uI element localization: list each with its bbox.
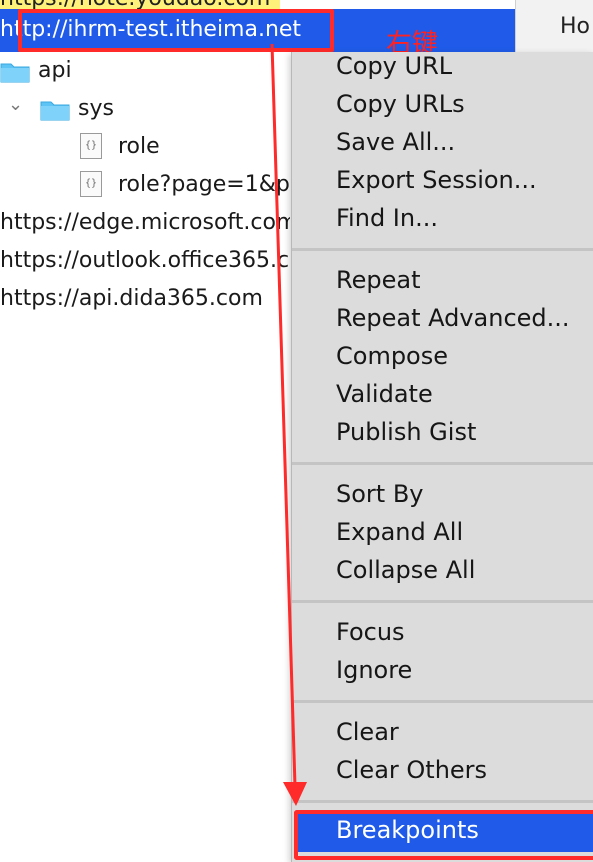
tree-item-label: https://edge.microsoft.com [0,210,290,235]
menu-item-expand-all[interactable]: Expand All [336,518,463,556]
tree-item-api[interactable]: api [0,52,290,90]
tree-item-sys[interactable]: ⌄ sys [0,90,290,128]
menu-item-export-session[interactable]: Export Session... [336,166,537,204]
menu-item-find-in[interactable]: Find In... [336,204,438,242]
menu-item-collapse-all[interactable]: Collapse All [336,556,475,594]
menu-item-copy-urls[interactable]: Copy URLs [336,90,465,128]
menu-item-focus[interactable]: Focus [336,618,405,656]
menu-item-clear[interactable]: Clear [336,718,399,756]
right-panel-header-label: Ho [560,14,591,39]
menu-item-publish-gist[interactable]: Publish Gist [336,418,476,456]
tree-row-partial[interactable]: https://note.youdao.com [0,0,280,9]
menu-item-clear-others[interactable]: Clear Others [336,756,487,794]
menu-item-save-all[interactable]: Save All... [336,128,455,166]
tree-item-role[interactable]: {} role [0,128,290,166]
menu-item-copy-url[interactable]: Copy URL [336,52,452,90]
menu-item-ignore[interactable]: Ignore [336,656,412,694]
menu-separator [292,248,593,251]
folder-icon [0,63,30,83]
menu-item-repeat-advanced[interactable]: Repeat Advanced... [336,304,570,342]
menu-item-sort-by[interactable]: Sort By [336,480,424,518]
tree-item-host[interactable]: https://api.dida365.com [0,280,290,318]
menu-separator [292,462,593,465]
tree-item-label: sys [78,96,114,121]
chevron-down-icon[interactable]: ⌄ [8,94,23,115]
json-file-icon: {} [80,133,102,159]
json-file-icon: {} [80,171,102,197]
tree-item-host[interactable]: https://outlook.office365.c [0,242,290,280]
annotation-highlight-box [18,9,334,52]
tree-item-label: role?page=1&pa [118,172,290,197]
right-panel-header: Ho [515,0,593,52]
menu-item-repeat[interactable]: Repeat [336,266,420,304]
menu-separator [292,600,593,603]
folder-icon [40,101,70,121]
tree-item-label: https://api.dida365.com [0,286,263,311]
annotation-breakpoints-box [294,810,593,860]
menu-item-validate[interactable]: Validate [336,380,433,418]
context-menu: Copy URL Copy URLs Save All... Export Se… [291,52,593,862]
tree-item-label: api [38,58,72,83]
tree-item-host[interactable]: https://edge.microsoft.com [0,204,290,242]
tree-row-partial-label: https://note.youdao.com [0,0,270,9]
menu-separator [292,700,593,703]
tree-item-label: role [118,134,160,159]
tree-item-label: https://outlook.office365.c [0,248,290,273]
menu-item-compose[interactable]: Compose [336,342,448,380]
menu-separator [292,800,593,803]
tree-item-role-page[interactable]: {} role?page=1&pa [0,166,290,204]
